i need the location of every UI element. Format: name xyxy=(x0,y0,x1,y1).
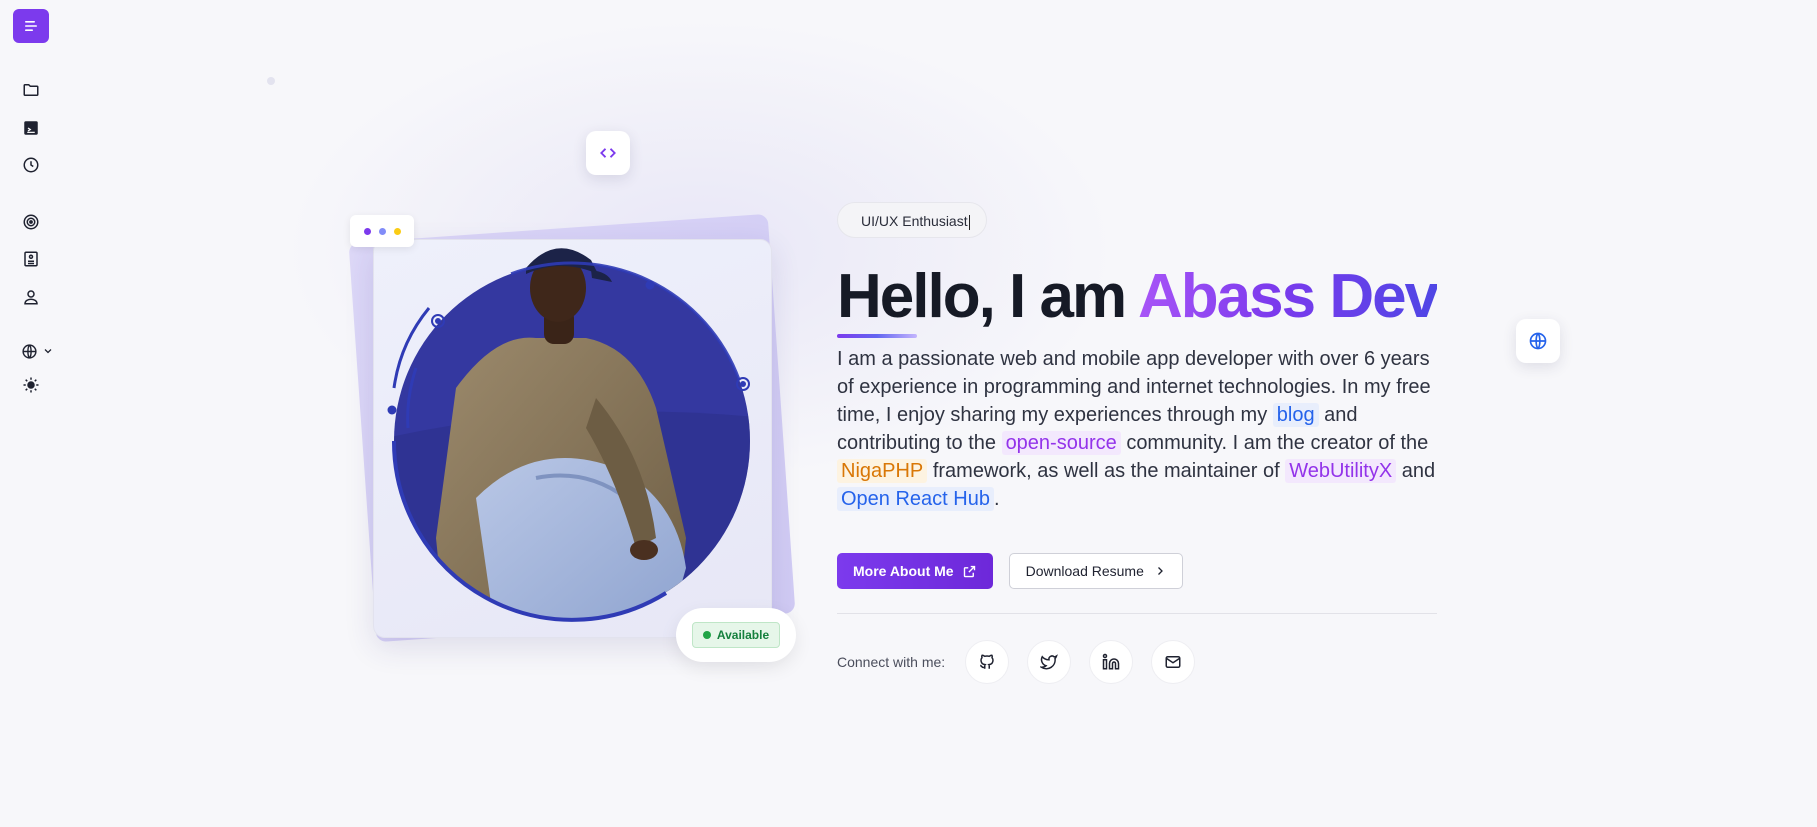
sidebar-item-open-source[interactable] xyxy=(21,212,41,232)
background-dot xyxy=(267,77,275,85)
dot-indigo xyxy=(378,227,386,235)
sidebar-item-terminal[interactable] xyxy=(21,118,41,138)
globe-icon xyxy=(22,343,37,359)
linkedin-icon xyxy=(1102,653,1120,670)
availability-chip: Available xyxy=(676,608,796,662)
menu-icon xyxy=(25,21,37,31)
role-text: UI/UX Enthusiast xyxy=(861,213,968,229)
bio-paragraph: I am a passionate web and mobile app dev… xyxy=(837,345,1437,513)
social-links: Connect with me: xyxy=(837,640,1437,684)
language-switcher[interactable] xyxy=(21,341,63,361)
open-source-link[interactable]: open-source xyxy=(1001,431,1121,455)
sidebar xyxy=(0,0,62,827)
hero-greeting: Hello, I am xyxy=(837,262,1127,331)
status-dot xyxy=(702,631,711,639)
download-resume-label: Download Resume xyxy=(1025,563,1144,579)
hero-actions: More About Me Download Resume xyxy=(837,553,1437,589)
open-source-icon xyxy=(23,214,39,230)
hero-section: UI/UX Enthusiast Hello, I am Abass Dev I… xyxy=(837,202,1439,684)
chevron-down-icon xyxy=(44,349,52,354)
chevron-right-icon xyxy=(1157,567,1163,575)
folder-icon xyxy=(23,84,39,96)
blog-link[interactable]: blog xyxy=(1272,403,1319,427)
webutilityx-link[interactable]: WebUtilityX xyxy=(1285,459,1397,483)
theme-toggle[interactable] xyxy=(21,375,41,395)
user-icon xyxy=(24,290,38,305)
hero-heading: Hello, I am Abass Dev xyxy=(837,262,1439,332)
bio-text: framework, as well as the maintainer of xyxy=(932,460,1280,482)
menu-button[interactable] xyxy=(13,9,49,43)
sidebar-item-history[interactable] xyxy=(21,155,41,175)
bio-text: and xyxy=(1401,460,1436,482)
twitter-link[interactable] xyxy=(1027,640,1072,684)
status-text: Available xyxy=(716,628,770,642)
open-react-hub-link[interactable]: Open React Hub xyxy=(837,487,994,511)
github-icon xyxy=(980,654,994,669)
code-badge xyxy=(586,131,630,175)
divider xyxy=(837,613,1437,614)
heading-underline xyxy=(837,334,917,338)
sun-icon xyxy=(23,377,39,393)
hero-name: Abass Dev xyxy=(1138,262,1439,331)
sidebar-item-about[interactable] xyxy=(21,287,41,307)
globe-icon xyxy=(1529,332,1547,350)
dot-purple xyxy=(363,227,371,235)
typing-caret xyxy=(968,214,970,230)
more-about-me-label: More About Me xyxy=(853,563,954,579)
nigaphp-link[interactable]: NigaPHP xyxy=(837,459,928,483)
clock-icon xyxy=(23,157,39,173)
avatar xyxy=(387,248,750,622)
twitter-icon xyxy=(1040,654,1059,670)
download-resume-button[interactable]: Download Resume xyxy=(1008,553,1183,589)
book-icon xyxy=(24,251,38,267)
connect-label: Connect with me: xyxy=(837,654,946,670)
more-about-me-button[interactable]: More About Me xyxy=(837,553,993,589)
terminal-icon xyxy=(24,121,38,135)
github-link[interactable] xyxy=(965,640,1010,684)
external-link-icon xyxy=(963,565,975,577)
sidebar-item-blog[interactable] xyxy=(21,249,41,269)
globe-badge xyxy=(1516,319,1560,363)
linkedin-link[interactable] xyxy=(1089,640,1134,684)
code-icon xyxy=(600,148,616,158)
bio-text: . xyxy=(993,488,1000,510)
sidebar-item-projects[interactable] xyxy=(21,80,41,100)
role-pill: UI/UX Enthusiast xyxy=(837,202,987,238)
email-link[interactable] xyxy=(1151,640,1196,684)
bio-text: community. I am the creator of the xyxy=(1126,432,1429,454)
status-badge: Available xyxy=(691,622,781,648)
mail-icon xyxy=(1165,656,1181,668)
dot-yellow xyxy=(393,227,401,235)
